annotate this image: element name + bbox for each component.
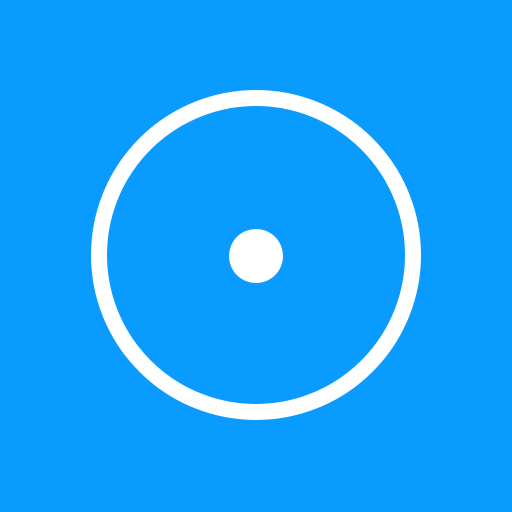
icon-canvas — [0, 0, 512, 512]
radio-button-icon — [91, 90, 421, 420]
center-dot — [229, 229, 283, 283]
